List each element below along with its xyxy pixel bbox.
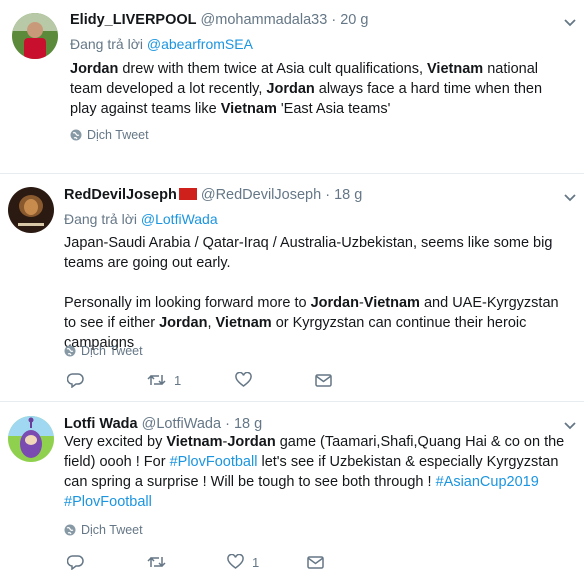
text-bold: Vietnam — [215, 315, 272, 331]
retweet-icon — [147, 556, 166, 568]
hashtag-link[interactable]: #AsianCup2019 — [436, 474, 539, 490]
globe-icon — [70, 129, 82, 141]
user-handle[interactable]: @mohammadala33 — [201, 12, 328, 28]
chevron-down-icon[interactable] — [562, 420, 578, 432]
text-span: , — [207, 315, 216, 331]
translate-label: Dịch Tweet — [81, 523, 143, 537]
text-span: 'East Asia teams' — [276, 101, 391, 117]
avatar[interactable] — [8, 187, 54, 233]
chevron-down-icon[interactable] — [562, 192, 578, 204]
reply-context: Đang trả lời @abearfromSEA — [70, 36, 253, 52]
reply-icon — [67, 555, 84, 570]
heart-icon — [227, 554, 244, 569]
direct-message-button[interactable] — [315, 373, 332, 388]
translate-label: Dịch Tweet — [87, 128, 149, 142]
translate-label: Dịch Tweet — [81, 344, 143, 358]
envelope-icon — [315, 373, 332, 387]
heart-icon — [235, 372, 252, 387]
chevron-down-icon[interactable] — [562, 17, 578, 29]
text-span: drew with them twice at Asia cult qualif… — [118, 61, 428, 77]
text-bold: Vietnam — [427, 61, 484, 77]
like-button[interactable] — [235, 372, 315, 388]
user-handle[interactable]: @LotfiWada — [142, 416, 221, 432]
avatar[interactable] — [12, 13, 58, 59]
text-bold: Jordan — [310, 295, 359, 311]
separator: · — [225, 416, 230, 432]
user-handle[interactable]: @RedDevilJoseph — [201, 187, 321, 203]
text-paragraph: Japan-Saudi Arabia / Qatar-Iraq / Austra… — [64, 235, 553, 271]
translate-tweet[interactable]: Dịch Tweet — [64, 523, 143, 537]
text-span: Very excited by — [64, 434, 167, 450]
retweet-icon — [147, 374, 166, 386]
text-bold: Vietnam — [363, 295, 420, 311]
tweet-text: Jordan drew with them twice at Asia cult… — [70, 59, 570, 119]
tweet[interactable]: Lotfi Wada @LotfiWada · 18 g Very excite… — [0, 402, 584, 576]
tweet-text: Very excited by Vietnam-Jordan game (Taa… — [64, 432, 570, 512]
reply-to-link[interactable]: @abearfromSEA — [147, 36, 253, 52]
text-span: Personally im looking forward more to — [64, 295, 311, 311]
like-count: 1 — [252, 554, 260, 570]
avatar[interactable] — [8, 416, 54, 462]
direct-message-button[interactable] — [307, 555, 324, 570]
reply-icon — [67, 373, 84, 388]
tweet-header: Elidy_LIVERPOOL @mohammadala33 · 20 g — [70, 12, 368, 28]
tweet-header: RedDevilJoseph @RedDevilJoseph · 18 g — [64, 187, 362, 203]
display-name[interactable]: RedDevilJoseph — [64, 187, 177, 203]
text-bold: Jordan — [159, 315, 208, 331]
retweet-count: 1 — [174, 372, 182, 388]
reply-prefix: Đang trả lời — [70, 36, 143, 52]
hashtag-link[interactable]: #PlovFootball — [170, 454, 258, 470]
tweet-header: Lotfi Wada @LotfiWada · 18 g — [64, 416, 262, 432]
reply-context: Đang trả lời @LotfiWada — [64, 211, 218, 227]
retweet-button[interactable] — [147, 554, 227, 570]
reply-to-link[interactable]: @LotfiWada — [141, 211, 218, 227]
tweet-actions: 1 — [67, 554, 324, 570]
hashtag-link[interactable]: #PlovFootball — [64, 494, 152, 510]
envelope-icon — [307, 555, 324, 569]
separator: · — [325, 187, 331, 203]
translate-tweet[interactable]: Dịch Tweet — [64, 344, 143, 358]
display-name[interactable]: Elidy_LIVERPOOL — [70, 12, 197, 28]
tweet-text: Japan-Saudi Arabia / Qatar-Iraq / Austra… — [64, 233, 570, 353]
reply-button[interactable] — [67, 554, 147, 570]
timestamp[interactable]: 18 g — [334, 187, 362, 203]
display-name[interactable]: Lotfi Wada — [64, 416, 138, 432]
flag-icon — [178, 188, 197, 200]
globe-icon — [64, 524, 76, 536]
timestamp[interactable]: 18 g — [234, 416, 262, 432]
text-bold: Vietnam — [166, 434, 223, 450]
reply-prefix: Đang trả lời — [64, 211, 137, 227]
separator: · — [331, 12, 337, 28]
timestamp[interactable]: 20 g — [340, 12, 368, 28]
tweet[interactable]: Elidy_LIVERPOOL @mohammadala33 · 20 g Đa… — [0, 0, 584, 174]
tweet[interactable]: RedDevilJoseph @RedDevilJoseph · 18 g Đa… — [0, 174, 584, 402]
text-bold: Vietnam — [220, 101, 277, 117]
text-bold: Jordan — [70, 61, 119, 77]
retweet-button[interactable]: 1 — [147, 372, 235, 388]
text-bold: Jordan — [266, 81, 315, 97]
globe-icon — [64, 345, 76, 357]
text-bold: Jordan — [227, 434, 276, 450]
like-button[interactable]: 1 — [227, 554, 307, 570]
reply-button[interactable] — [67, 372, 147, 388]
tweet-actions: 1 — [67, 372, 332, 388]
translate-tweet[interactable]: Dịch Tweet — [70, 128, 149, 142]
